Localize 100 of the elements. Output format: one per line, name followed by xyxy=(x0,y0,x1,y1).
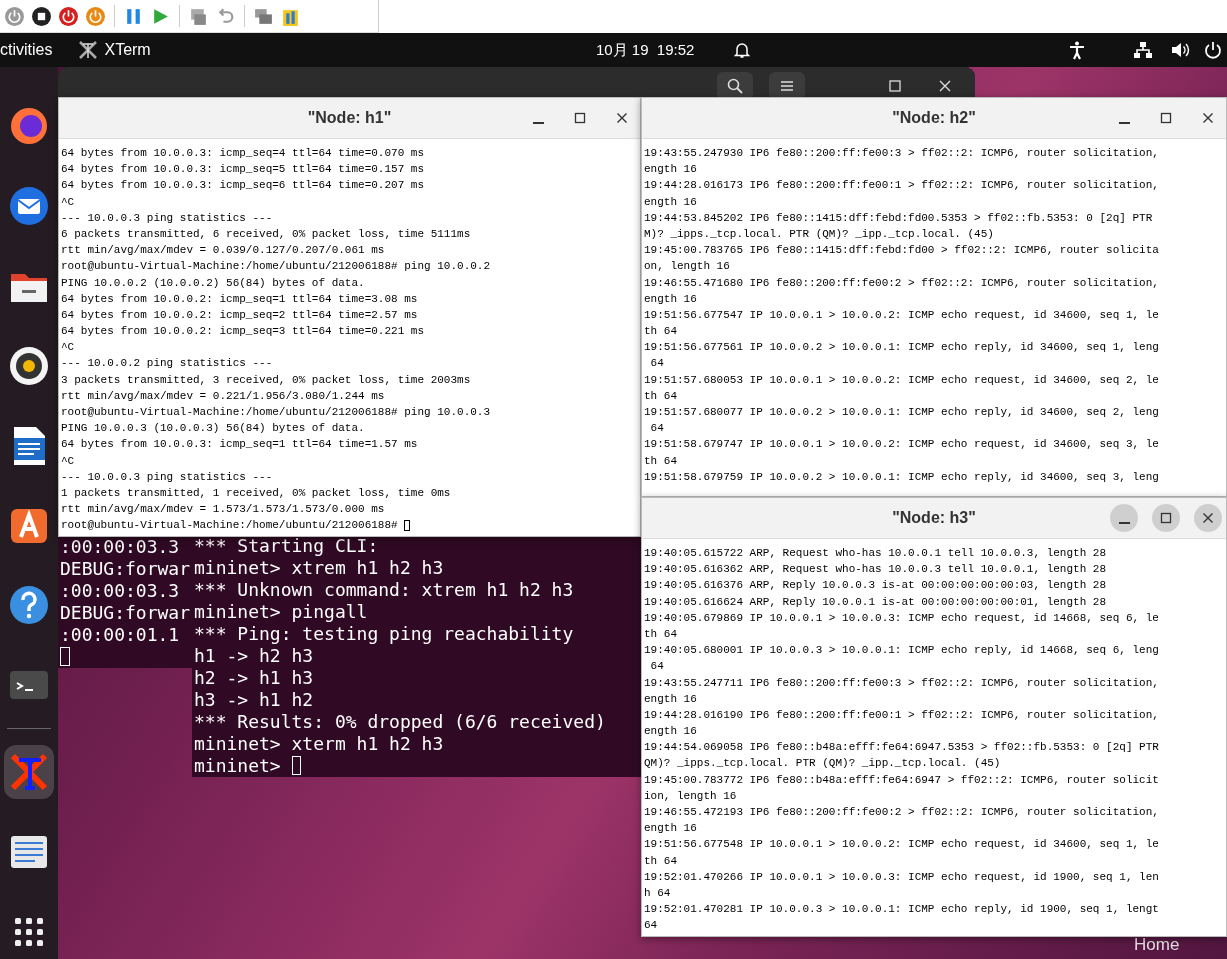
stop-icon[interactable] xyxy=(31,5,52,27)
bell-icon[interactable] xyxy=(732,40,752,60)
terminal-line: 19:43:55.247930 IP6 fe80::200:ff:fe00:3 > ff02::2: ICMP6, router solicitation, xyxy=(644,146,1159,161)
close-icon xyxy=(616,112,628,124)
terminal-line: mininet> xtrem h1 h2 h3 xyxy=(194,557,444,579)
maximize-button[interactable] xyxy=(1152,504,1180,532)
terminal-line: 64 xyxy=(649,659,664,675)
terminal-line: 3 packets transmitted, 3 received, 0% packet loss, time 2003ms xyxy=(61,372,471,388)
terminal-line: 19:44:28.016190 IP6 fe80::200:ff:fe00:1 > ff02::2: ICMP6, router solicitation, xyxy=(644,707,1159,723)
terminal-line: PING 10.0.0.3 (10.0.0.3) 56(84) bytes of data. xyxy=(61,421,365,437)
terminal-line: ength 16 xyxy=(644,291,697,307)
terminal-line: 1 packets transmitted, 1 received, 0% packet loss, time 0ms xyxy=(61,485,451,501)
network-icon[interactable] xyxy=(1133,40,1153,60)
terminal-line: 19:45:00.783772 IP6 fe80::b48a:efff:fe64:6947 > ff02::2: ICMP6, router solicit xyxy=(644,772,1159,788)
terminal-line: h2 -> h1 h3 xyxy=(194,667,314,689)
terminal-line: 19:51:58.679747 IP 10.0.0.1 > 10.0.0.2: ICMP echo request, id 34600, seq 3, le xyxy=(644,437,1159,453)
maximize-icon xyxy=(574,112,586,124)
terminal-line: h 64 xyxy=(644,885,671,901)
terminal-line: --- 10.0.0.3 ping statistics --- xyxy=(61,469,273,485)
maximize-icon xyxy=(1160,512,1172,524)
text-cursor xyxy=(404,519,411,532)
terminal-line: 19:40:05.616376 ARP, Reply 10.0.0.3 is-at 00:00:00:00:00:03, length 28 xyxy=(644,578,1107,594)
terminal-line: 19:52:01.470281 IP 10.0.0.3 > 10.0.0.1: ICMP echo reply, id 1900, seq 1, lengt xyxy=(644,902,1159,918)
terminal-line: ^C xyxy=(61,194,75,210)
terminal-line: on, length 16 xyxy=(644,259,730,275)
terminal-line: h3 -> h1 h2 xyxy=(194,689,314,711)
close-icon[interactable] xyxy=(939,80,951,92)
terminal-line: 64 bytes from 10.0.0.2: icmp_seq=3 ttl=64 time=0.221 ms xyxy=(61,324,425,340)
menu-button[interactable] xyxy=(769,72,805,100)
terminal-line: 64 bytes from 10.0.0.2: icmp_seq=1 ttl=64 time=3.08 ms xyxy=(61,291,418,307)
terminal-line: 19:40:05.616362 ARP, Request who-has 10.0.0.3 tell 10.0.0.1, length 28 xyxy=(644,562,1107,578)
search-icon xyxy=(727,78,743,94)
terminal-line: rtt min/avg/max/mdev = 1.573/1.573/1.573/0.000 ms xyxy=(61,502,385,518)
terminal-line: *** Ping: testing ping reachability xyxy=(194,623,574,645)
terminal-line: 19:51:56.677547 IP 10.0.0.1 > 10.0.0.2: ICMP echo request, id 34600, seq 1, le xyxy=(644,307,1159,323)
terminal-line: h1 -> h2 h3 xyxy=(194,645,314,667)
terminal-line: *** Results: 0% dropped (6/6 received) xyxy=(194,711,606,733)
terminal-line: 64 xyxy=(649,356,664,372)
terminal-line: ^C xyxy=(61,453,75,469)
app-menu[interactable]: XTerm xyxy=(104,41,151,59)
clock[interactable]: 10月 19 19:52 xyxy=(596,41,695,60)
x-logo-icon xyxy=(78,40,99,60)
terminal-line: :00:00:03.3 xyxy=(60,536,180,558)
terminal-line: 19:51:57.680077 IP 10.0.0.2 > 10.0.0.1: ICMP echo reply, id 34600, seq 2, leng xyxy=(644,405,1159,420)
terminal-line: 19:40:05.616624 ARP, Reply 10.0.0.1 is-at 00:00:00:00:00:01, length 28 xyxy=(644,594,1107,610)
terminal-line: *** Unknown command: xtrem h1 h2 h3 xyxy=(194,579,574,601)
terminal-line: DEBUG:forwar xyxy=(60,558,191,580)
minimize-icon xyxy=(1118,121,1130,124)
terminal-line: rtt min/avg/max/mdev = 0.039/0.127/0.207/0.061 ms xyxy=(61,243,385,259)
terminal-line: 19:44:28.016173 IP6 fe80::200:ff:fe00:1 > ff02::2: ICMP6, router solicitation, xyxy=(644,178,1159,194)
menu-icon xyxy=(779,78,795,94)
power-icon[interactable] xyxy=(1203,40,1223,60)
terminal-line: ength 16 xyxy=(644,821,697,837)
terminal-line: 19:51:57.680053 IP 10.0.0.1 > 10.0.0.2: ICMP echo request, id 34600, seq 2, le xyxy=(644,372,1159,388)
terminal-line: 19:40:05.679869 IP 10.0.0.1 > 10.0.0.3: ICMP echo request, id 14668, seq 6, le xyxy=(644,610,1159,626)
close-button[interactable] xyxy=(1194,504,1222,532)
prompt-text: mininet> xyxy=(194,755,282,776)
terminal-line: th 64 xyxy=(644,324,677,340)
terminal-line: PING 10.0.0.2 (10.0.0.2) 56(84) bytes of data. xyxy=(61,275,365,291)
terminal-line: 6 packets transmitted, 6 received, 0% packet loss, time 5111ms xyxy=(61,226,471,242)
window-title: "Node: h3" xyxy=(892,509,976,527)
terminal-line: 64 bytes from 10.0.0.3: icmp_seq=5 ttl=64 time=0.157 ms xyxy=(61,162,425,178)
terminal-line: th 64 xyxy=(644,453,677,469)
search-button[interactable] xyxy=(717,72,753,100)
terminal-line: th 64 xyxy=(644,388,677,404)
terminal-line: 19:40:05.615722 ARP, Request who-has 10.0.0.1 tell 10.0.0.3, length 28 xyxy=(644,546,1107,561)
terminal-line: ength 16 xyxy=(644,162,697,178)
terminal-line: 19:51:58.679759 IP 10.0.0.2 > 10.0.0.1: ICMP echo reply, id 34600, seq 3, leng xyxy=(644,469,1159,485)
window-title: "Node: h1" xyxy=(307,109,392,127)
terminal-line: th 64 xyxy=(644,626,677,642)
text-cursor xyxy=(291,756,302,775)
terminal-line: DEBUG:forwar xyxy=(60,602,191,624)
volume-icon[interactable] xyxy=(1170,40,1190,60)
terminal-line: 19:45:00.783765 IP6 fe80::1415:dff:febd:fd00 > ff02::2: ICMP6, router solicita xyxy=(644,243,1159,259)
desktop-icon-label[interactable]: Home xyxy=(1134,935,1180,955)
accessibility-icon[interactable] xyxy=(1067,40,1087,60)
terminal-line: th 64 xyxy=(644,853,677,869)
terminal-line: 19:46:55.472193 IP6 fe80::200:ff:fe00:2 > ff02::2: ICMP6, router solicitation, xyxy=(644,805,1159,820)
terminal-line: 19:51:56.677561 IP 10.0.0.2 > 10.0.0.1: ICMP echo reply, id 34600, seq 1, leng xyxy=(644,340,1159,356)
terminal-line: 64 bytes from 10.0.0.3: icmp_seq=1 ttl=64 time=1.57 ms xyxy=(61,437,418,453)
minimize-button[interactable] xyxy=(1110,504,1138,532)
terminal-line: 19:40:05.680001 IP 10.0.0.3 > 10.0.0.1: ICMP echo reply, id 14668, seq 6, leng xyxy=(644,643,1159,659)
minimize-icon xyxy=(532,121,544,124)
minimize-icon xyxy=(1118,521,1130,524)
maximize-icon[interactable] xyxy=(889,80,901,92)
terminal-line: 19:52:01.470266 IP 10.0.0.1 > 10.0.0.3: ICMP echo request, id 1900, seq 1, len xyxy=(644,869,1159,885)
terminal-line: 64 xyxy=(649,421,664,437)
terminal-line: ength 16 xyxy=(644,691,697,707)
text-cursor xyxy=(60,647,70,666)
window-title: "Node: h2" xyxy=(892,109,976,127)
close-icon xyxy=(1202,112,1214,124)
terminal-line: :00:00:01.1 xyxy=(60,624,180,646)
terminal-line: QM)? _ipps._tcp.local. PTR (QM)? _ipp._tcp.local. (45) xyxy=(644,756,1001,772)
activities-button[interactable]: ctivities xyxy=(0,41,53,59)
terminal-line: 19:43:55.247711 IP6 fe80::200:ff:fe00:3 > ff02::2: ICMP6, router solicitation, xyxy=(644,675,1159,691)
terminal-line: M)? _ipps._tcp.local. PTR (QM)? _ipp._tcp.local. (45) xyxy=(644,226,994,242)
terminal-line: :00:00:03.3 xyxy=(60,580,180,602)
terminal-line: root@ubuntu-Virtual-Machine:/home/ubuntu/212006188# ping 10.0.0.2 xyxy=(61,259,491,275)
terminal-line: 19:51:56.677548 IP 10.0.0.1 > 10.0.0.2: ICMP echo request, id 34600, seq 1, le xyxy=(644,837,1159,853)
terminal-line: root@ubuntu-Virtual-Machine:/home/ubuntu/212006188# ping 10.0.0.3 xyxy=(61,405,491,420)
